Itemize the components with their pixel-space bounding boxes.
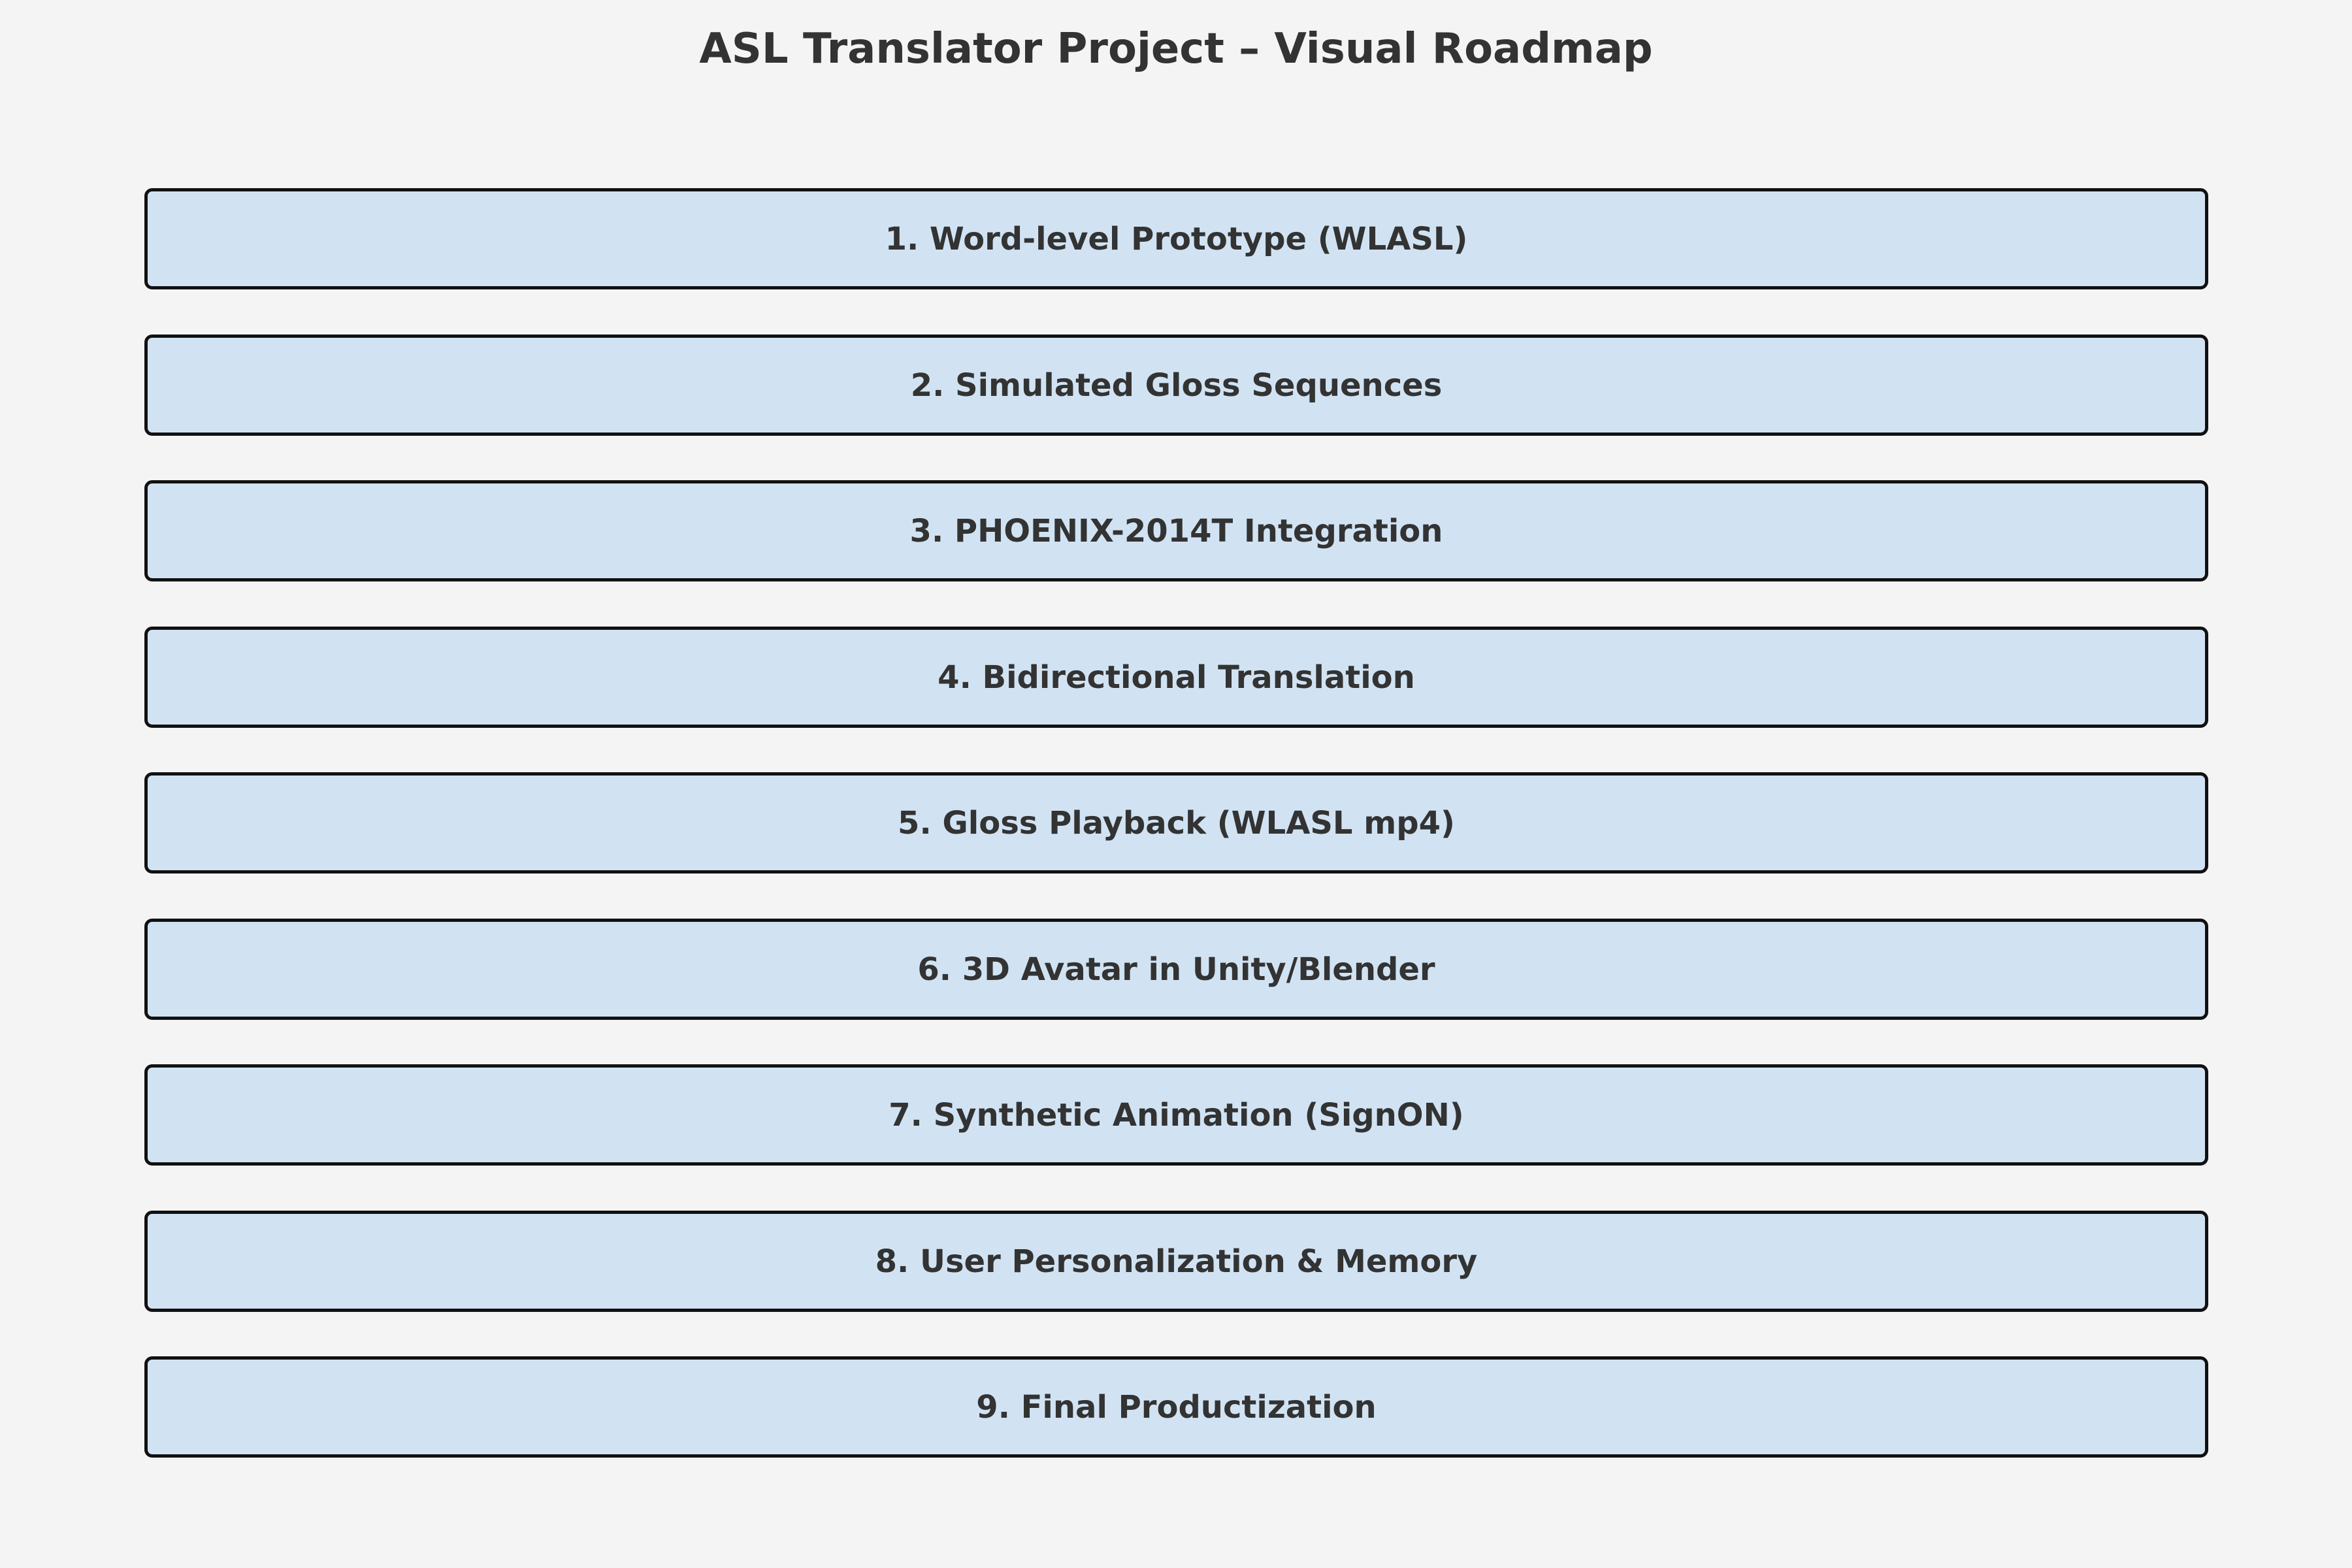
roadmap-step-2: 2. Simulated Gloss Sequences bbox=[144, 335, 2208, 436]
roadmap-step-3: 3. PHOENIX-2014T Integration bbox=[144, 480, 2208, 581]
roadmap-step-1: 1. Word-level Prototype (WLASL) bbox=[144, 188, 2208, 289]
step-label: 4. Bidirectional Translation bbox=[938, 659, 1415, 696]
step-label: 1. Word-level Prototype (WLASL) bbox=[885, 220, 1468, 257]
step-label: 7. Synthetic Animation (SignON) bbox=[889, 1096, 1464, 1134]
roadmap-step-6: 6. 3D Avatar in Unity/Blender bbox=[144, 919, 2208, 1020]
roadmap-step-8: 8. User Personalization & Memory bbox=[144, 1211, 2208, 1312]
step-label: 9. Final Productization bbox=[976, 1388, 1377, 1426]
step-label: 8. User Personalization & Memory bbox=[875, 1243, 1478, 1280]
roadmap-step-5: 5. Gloss Playback (WLASL mp4) bbox=[144, 772, 2208, 874]
roadmap-step-4: 4. Bidirectional Translation bbox=[144, 627, 2208, 728]
step-label: 6. 3D Avatar in Unity/Blender bbox=[917, 951, 1435, 988]
step-label: 2. Simulated Gloss Sequences bbox=[910, 367, 1443, 404]
roadmap-step-7: 7. Synthetic Animation (SignON) bbox=[144, 1064, 2208, 1166]
step-label: 3. PHOENIX-2014T Integration bbox=[909, 512, 1443, 549]
roadmap-step-9: 9. Final Productization bbox=[144, 1356, 2208, 1458]
roadmap: 1. Word-level Prototype (WLASL) 2. Simul… bbox=[0, 0, 2352, 1568]
step-label: 5. Gloss Playback (WLASL mp4) bbox=[898, 804, 1455, 841]
